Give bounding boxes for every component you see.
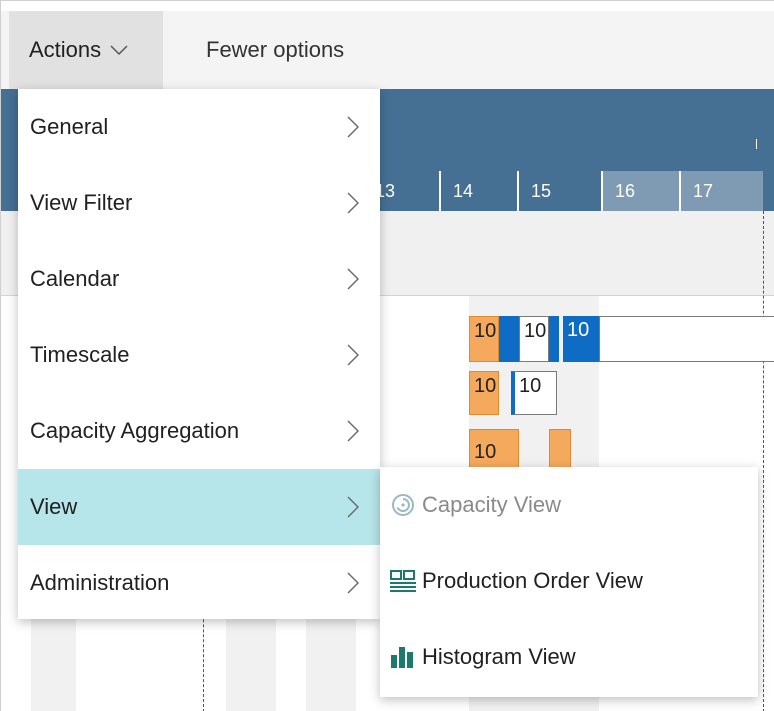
submenu-item-capacity-view[interactable]: Capacity View — [380, 467, 758, 543]
menu-item-capacity-aggregation[interactable]: Capacity Aggregation — [18, 393, 380, 469]
submenu-item-production-order-view[interactable]: Production Order View — [380, 543, 758, 619]
actions-label: Actions — [29, 37, 102, 62]
gantt-bar[interactable]: 10 — [469, 371, 499, 415]
view-submenu: Capacity View Production Order View Hist… — [380, 467, 758, 697]
chevron-right-icon — [347, 116, 359, 138]
menu-item-label: Administration — [30, 570, 170, 595]
chevron-right-icon — [347, 344, 359, 366]
day-17: 17 — [679, 171, 763, 211]
submenu-item-label: Histogram View — [422, 644, 576, 669]
chevron-right-icon — [347, 496, 359, 518]
production-order-view-icon — [388, 567, 418, 595]
submenu-item-label: Production Order View — [422, 568, 643, 593]
chevron-right-icon — [347, 268, 359, 290]
submenu-item-label: Capacity View — [422, 492, 561, 517]
menu-item-administration[interactable]: Administration — [18, 545, 380, 621]
menu-item-view-filter[interactable]: View Filter — [18, 165, 380, 241]
gantt-bar[interactable] — [599, 316, 774, 362]
day-15: 15 — [517, 171, 601, 211]
chevron-right-icon — [347, 192, 359, 214]
menu-item-label: General — [30, 114, 109, 139]
actions-menu-button[interactable]: Actions — [9, 11, 163, 89]
chevron-down-icon — [110, 45, 128, 56]
capacity-view-icon — [388, 491, 418, 519]
gantt-bar[interactable]: 10 — [469, 316, 499, 362]
gantt-bar[interactable] — [549, 316, 559, 362]
menu-item-general[interactable]: General — [18, 89, 380, 165]
menu-item-label: View Filter — [30, 190, 133, 215]
fewer-options-button[interactable]: Fewer options — [206, 11, 344, 89]
day-14: 14 — [439, 171, 517, 211]
gantt-bar[interactable]: 10 — [563, 316, 599, 362]
chevron-right-icon — [347, 572, 359, 594]
chevron-right-icon — [347, 420, 359, 442]
action-bar: Actions Fewer options — [1, 11, 774, 89]
gantt-bar[interactable]: 10 — [519, 316, 549, 362]
submenu-item-histogram-view[interactable]: Histogram View — [380, 619, 758, 695]
app-frame: Actions Fewer options 13 14 15 16 17 10 … — [0, 0, 774, 711]
histogram-view-icon — [388, 643, 418, 671]
timeline-marker — [763, 211, 764, 711]
day-16: 16 — [601, 171, 679, 211]
gantt-bar[interactable] — [499, 316, 519, 362]
header-divider — [756, 139, 757, 149]
menu-item-label: Capacity Aggregation — [30, 418, 240, 443]
menu-item-label: Timescale — [30, 342, 130, 367]
actions-dropdown-menu: General View Filter Calendar Timescale C… — [18, 89, 380, 619]
menu-item-timescale[interactable]: Timescale — [18, 317, 380, 393]
gantt-bar[interactable]: 10 — [511, 371, 557, 415]
menu-item-view[interactable]: View — [18, 469, 380, 545]
menu-item-label: Calendar — [30, 266, 120, 291]
menu-item-calendar[interactable]: Calendar — [18, 241, 380, 317]
menu-item-label: View — [30, 494, 78, 519]
